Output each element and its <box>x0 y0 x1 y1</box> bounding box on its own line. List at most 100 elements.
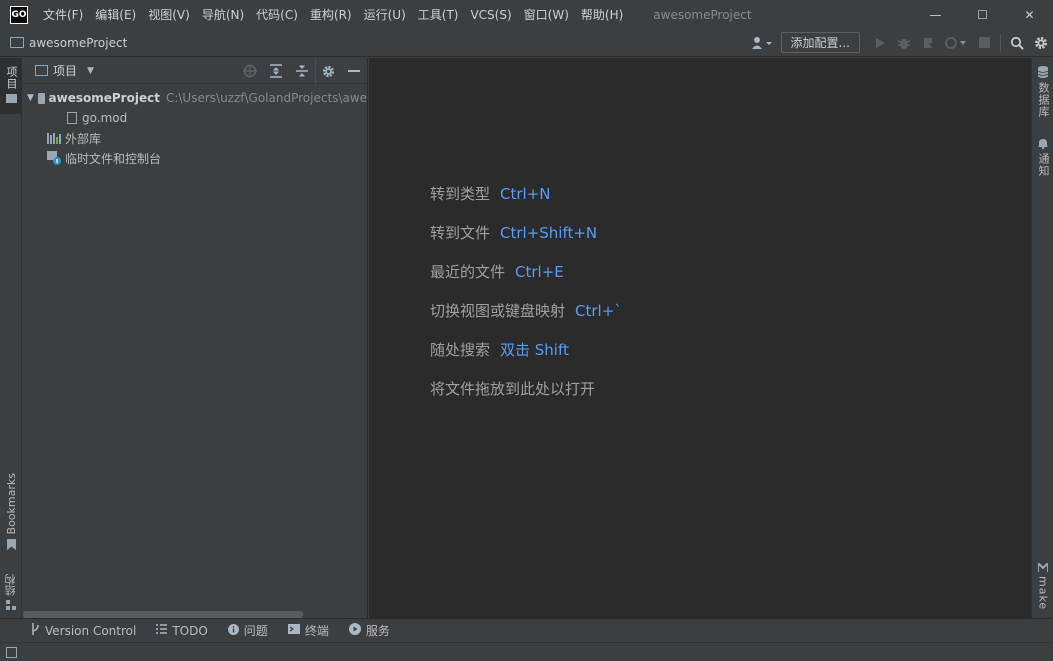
hint-action: 转到类型 <box>430 185 491 203</box>
panel-settings-gear-icon[interactable] <box>315 58 341 84</box>
tab-project[interactable]: 项目 <box>0 58 22 114</box>
tab-project-label: 项目 <box>5 66 18 90</box>
project-tree: ▼ awesomeProject C:\Users\uzzf\GolandPro… <box>23 84 367 168</box>
hint-action: 将文件拖放到此处以打开 <box>430 380 596 398</box>
toggle-tool-windows-icon[interactable] <box>6 646 17 658</box>
tab-version-control-label: Version Control <box>45 623 137 638</box>
tab-make[interactable]: make <box>1032 563 1053 613</box>
tab-bookmarks[interactable]: Bookmarks <box>0 470 22 550</box>
select-opened-file-icon[interactable] <box>237 58 263 84</box>
tab-bookmarks-label: Bookmarks <box>4 472 18 534</box>
scratches-console-icon <box>47 151 61 165</box>
file-name: go.mod <box>82 111 128 125</box>
project-view-icon <box>35 65 48 76</box>
tab-version-control[interactable]: Version Control <box>30 623 136 638</box>
project-panel-title[interactable]: 项目 <box>53 62 77 79</box>
stop-icon[interactable] <box>972 29 996 56</box>
editor-empty-state: 转到类型 Ctrl+N 转到文件 Ctrl+Shift+N 最近的文件 Ctrl+E … <box>369 58 1031 618</box>
tree-row-go-mod[interactable]: go.mod <box>23 108 367 128</box>
user-icon[interactable] <box>747 29 777 56</box>
menu-tools[interactable]: 工具(T) <box>412 0 465 29</box>
goland-logo-icon[interactable]: GO <box>10 5 28 24</box>
tab-structure-label: 结构 <box>4 574 17 596</box>
tree-row-external-libraries[interactable]: 外部库 <box>23 128 367 148</box>
toolbar-separator <box>1000 33 1001 52</box>
file-icon <box>67 112 77 124</box>
branch-icon <box>30 623 40 638</box>
breadcrumb-project-label: awesomeProject <box>29 35 128 50</box>
tab-database-label: 数据库 <box>1037 82 1050 118</box>
tab-services-label: 服务 <box>365 624 390 638</box>
tree-row-scratches[interactable]: 临时文件和控制台 <box>23 148 367 168</box>
menu-run[interactable]: 运行(U) <box>358 0 412 29</box>
breadcrumb-project[interactable]: awesomeProject <box>10 36 127 50</box>
tab-problems[interactable]: 问题 <box>227 622 268 639</box>
tree-row-root[interactable]: ▼ awesomeProject C:\Users\uzzf\GolandPro… <box>23 88 367 108</box>
hint-shortcut: Ctrl+N <box>500 185 551 203</box>
menu-help[interactable]: 帮助(H) <box>575 0 629 29</box>
run-icon[interactable] <box>868 29 892 56</box>
expand-all-icon[interactable] <box>263 58 289 84</box>
left-tool-stripe: 项目 Bookmarks 结构 <box>0 58 22 618</box>
project-panel-header: 项目 ▼ <box>23 58 367 84</box>
tab-terminal[interactable]: 终端 <box>287 622 329 639</box>
hide-panel-icon[interactable] <box>341 58 367 84</box>
menu-view[interactable]: 视图(V) <box>142 0 196 29</box>
info-icon <box>227 623 239 638</box>
add-configuration-button[interactable]: 添加配置... <box>780 32 860 53</box>
collapse-all-icon[interactable] <box>289 58 315 84</box>
menu-file[interactable]: 文件(F) <box>37 0 89 29</box>
tab-make-label: make <box>1036 576 1050 611</box>
hint-goto-type: 转到类型 Ctrl+N <box>430 183 551 204</box>
external-libraries-label: 外部库 <box>65 131 102 146</box>
structure-icon <box>6 600 16 610</box>
hint-recent-files: 最近的文件 Ctrl+E <box>430 261 564 282</box>
menu-refactor[interactable]: 重构(R) <box>304 0 358 29</box>
search-icon[interactable] <box>1005 29 1029 56</box>
status-bar <box>0 642 1053 661</box>
tab-notifications-label: 通知 <box>1037 153 1050 177</box>
tab-structure[interactable]: 结构 <box>0 568 22 610</box>
coverage-icon[interactable] <box>916 29 940 56</box>
menu-edit[interactable]: 编辑(E) <box>89 0 142 29</box>
list-icon <box>156 624 168 637</box>
play-circle-icon <box>348 623 361 638</box>
tab-todo[interactable]: TODO <box>156 623 208 638</box>
library-icon <box>47 132 61 144</box>
chevron-down-icon[interactable]: ▼ <box>87 66 94 76</box>
maximize-button[interactable]: ☐ <box>959 0 1006 29</box>
menu-code[interactable]: 代码(C) <box>250 0 304 29</box>
horizontal-scrollbar[interactable] <box>23 611 303 618</box>
main-toolbar: 添加配置... <box>747 29 1053 56</box>
root-project-name: awesomeProject <box>48 91 160 105</box>
menu-window[interactable]: 窗口(W) <box>518 0 575 29</box>
close-button[interactable]: ✕ <box>1006 0 1053 29</box>
bookmark-icon <box>6 539 16 550</box>
tab-problems-label: 问题 <box>243 624 268 638</box>
hint-search-everywhere: 随处搜索 双击 Shift <box>430 339 569 360</box>
debug-icon[interactable] <box>892 29 916 56</box>
root-project-path: C:\Users\uzzf\GolandProjects\awe <box>165 91 367 105</box>
navigation-bar: awesomeProject 添加配置... <box>0 29 1053 57</box>
settings-gear-icon[interactable] <box>1029 29 1053 56</box>
project-tool-window: 项目 ▼ ▼ awesomeProject C:\Users\uzzf\Gola… <box>23 58 368 618</box>
hint-action: 转到文件 <box>430 224 491 242</box>
minimize-button[interactable]: — <box>912 0 959 29</box>
hint-switch-view: 切换视图或键盘映射 Ctrl+` <box>430 300 622 321</box>
hint-shortcut: Ctrl+Shift+N <box>500 224 598 242</box>
folder-icon <box>10 37 24 48</box>
menu-navigate[interactable]: 导航(N) <box>196 0 250 29</box>
tab-todo-label: TODO <box>172 623 208 638</box>
menu-vcs[interactable]: VCS(S) <box>464 0 517 29</box>
profile-icon[interactable] <box>940 29 972 56</box>
hint-shortcut: 双击 Shift <box>500 341 569 359</box>
title-bar: GO 文件(F) 编辑(E) 视图(V) 导航(N) 代码(C) 重构(R) 运… <box>0 0 1053 29</box>
tab-services[interactable]: 服务 <box>348 622 390 639</box>
window-title: awesomeProject <box>653 7 752 22</box>
database-icon <box>1038 66 1048 78</box>
chevron-down-icon[interactable]: ▼ <box>27 93 34 103</box>
tab-database[interactable]: 数据库 <box>1032 66 1053 126</box>
hint-goto-file: 转到文件 Ctrl+Shift+N <box>430 222 597 243</box>
window-controls: — ☐ ✕ <box>912 0 1053 29</box>
tab-notifications[interactable]: 通知 <box>1032 138 1053 188</box>
